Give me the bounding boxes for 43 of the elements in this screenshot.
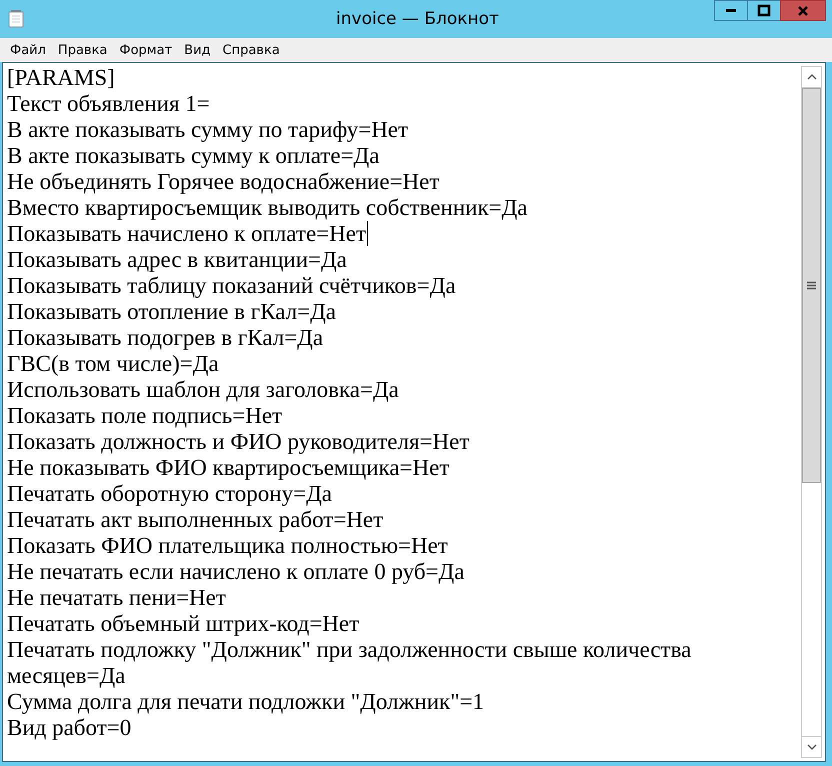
minimize-icon (726, 9, 736, 12)
vertical-scrollbar[interactable] (801, 66, 822, 758)
chevron-up-icon (806, 74, 816, 80)
menu-item[interactable]: Вид (178, 42, 217, 58)
text-line: В акте показывать сумму по тарифу=Нет (7, 117, 410, 142)
minimize-button[interactable] (714, 0, 748, 21)
menu-item[interactable]: Правка (52, 42, 114, 58)
text-line: Показать ФИО плательщика полностью=Нет (7, 533, 449, 558)
text-line: Использовать шаблон для заголовка=Да (7, 377, 400, 402)
chevron-down-icon (806, 744, 816, 750)
text-line: Показывать отопление в гКал=Да (7, 299, 337, 324)
text-line: ГВС(в том числе)=Да (7, 351, 220, 376)
text-line: Вид работ=0 (7, 715, 132, 740)
text-line: Вместо квартиросъемщик выводить собственник=Да (7, 195, 528, 220)
maximize-icon (757, 4, 771, 18)
text-line: Показывать адрес в квитанции=Да (7, 247, 348, 272)
text-line: Показать должность и ФИО руководителя=Нет (7, 429, 470, 454)
text-line: Печатать оборотную сторону=Да (7, 481, 333, 506)
text-line: Показать поле подпись=Нет (7, 403, 284, 428)
scroll-thumb[interactable] (802, 88, 821, 483)
text-line: Текст объявления 1= (7, 91, 211, 116)
close-button[interactable] (780, 0, 826, 21)
text-line: Показывать подогрев в гКал=Да (7, 325, 324, 350)
text-line: Печатать объемный штрих-код=Нет (7, 611, 360, 636)
text-line: Печатать акт выполненных работ=Нет (7, 507, 384, 532)
close-icon (796, 4, 810, 18)
menu-item[interactable]: Формат (113, 42, 178, 58)
text-line: Не печатать пени=Нет (7, 585, 227, 610)
text-line: Не объединять Горячее водоснабжение=Нет (7, 169, 440, 194)
menu-item[interactable]: Справка (216, 42, 286, 58)
text-line: [PARAMS] (7, 65, 116, 90)
window-title: invoice — Блокнот (335, 9, 500, 29)
text-line: Не печатать если начислено к оплате 0 руб=Да (7, 559, 466, 584)
text-line: Не показывать ФИО квартиросъемщика=Нет (7, 455, 450, 480)
text-line: Показывать таблицу показаний счётчиков=Да (7, 273, 457, 298)
text-line: Показывать начислено к оплате=Нет (7, 221, 368, 246)
menu-item[interactable]: Файл (4, 42, 52, 58)
text-line: Печатать подложку "Должник" при задолженности свыше количества месяцев=Да (7, 637, 692, 688)
maximize-button[interactable] (747, 0, 781, 21)
grip-icon (807, 281, 816, 290)
text-line: В акте показывать сумму к оплате=Да (7, 143, 380, 168)
text-line: Сумма долга для печати подложки "Должник"=1 (7, 689, 486, 714)
notepad-icon (8, 10, 24, 28)
